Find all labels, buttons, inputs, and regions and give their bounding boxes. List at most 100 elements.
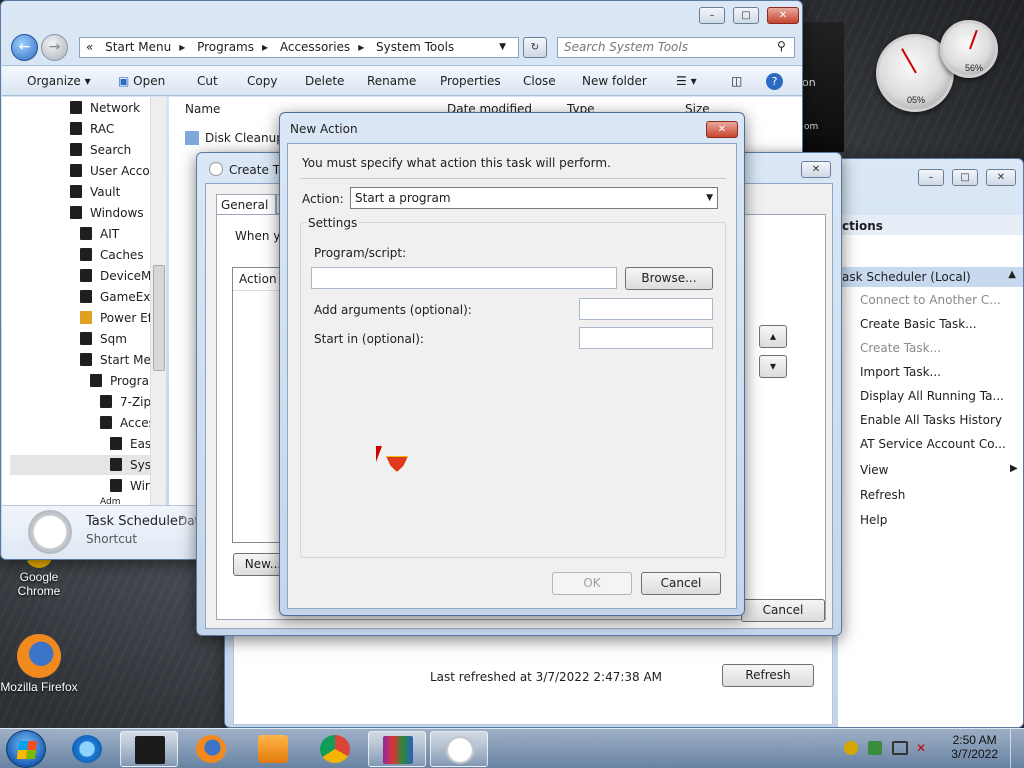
nav-item[interactable]: Start Mer: [80, 353, 156, 367]
action-item[interactable]: Enable All Tasks History: [860, 413, 1002, 427]
security-icon[interactable]: [868, 741, 882, 755]
submenu-arrow-icon: ▶: [1010, 463, 1018, 474]
nav-item[interactable]: RAC: [70, 122, 114, 136]
breadcrumb-item[interactable]: Programs: [197, 40, 254, 54]
refresh-button[interactable]: Refresh: [722, 664, 814, 687]
action-item[interactable]: AT Service Account Co...: [860, 437, 1006, 451]
close-button[interactable]: ✕: [767, 7, 799, 24]
action-item[interactable]: Import Task...: [860, 365, 941, 379]
breadcrumb-item[interactable]: Accessories: [280, 40, 350, 54]
copy-button[interactable]: Copy: [247, 74, 277, 88]
cut-button[interactable]: Cut: [197, 74, 218, 88]
navigation-pane[interactable]: Network RAC Search User Accou Vault Wind…: [2, 97, 166, 507]
help-icon[interactable]: ?: [766, 73, 783, 90]
action-item[interactable]: Help: [860, 513, 887, 527]
actions-section[interactable]: ask Scheduler (Local) ▲: [838, 267, 1023, 287]
action-item[interactable]: Display All Running Ta...: [860, 389, 1004, 403]
maximize-button[interactable]: □: [733, 7, 759, 24]
file-row[interactable]: Disk Cleanup: [185, 131, 284, 145]
minimize-button[interactable]: –: [699, 7, 725, 24]
actions-pane: ctions ask Scheduler (Local) ▲ Connect t…: [838, 215, 1023, 727]
action-item[interactable]: Refresh: [860, 488, 905, 502]
action-item[interactable]: View: [860, 463, 888, 477]
nav-item[interactable]: Caches: [80, 248, 144, 262]
taskbar-chrome[interactable]: [306, 731, 364, 767]
nav-item-selected[interactable]: Syst: [10, 455, 156, 475]
start-button[interactable]: [6, 730, 46, 768]
taskbar-winrar[interactable]: [368, 731, 426, 767]
properties-button[interactable]: Properties: [440, 74, 501, 88]
nav-item[interactable]: Power Eff: [80, 311, 156, 325]
close-button[interactable]: ✕: [986, 169, 1016, 186]
network-icon[interactable]: [892, 741, 908, 755]
taskbar-ie[interactable]: [58, 731, 116, 767]
arguments-field[interactable]: [579, 298, 713, 320]
organize-button[interactable]: Organize ▾: [27, 74, 91, 88]
rename-button[interactable]: Rename: [367, 74, 416, 88]
nav-scrollbar[interactable]: [150, 97, 166, 505]
desktop-icon-chrome[interactable]: Google Chrome: [0, 540, 78, 598]
nav-item[interactable]: Prograr: [90, 374, 154, 388]
action-select[interactable]: Start a program ▼: [350, 187, 718, 209]
nav-item[interactable]: Acces: [100, 416, 155, 430]
breadcrumb-item[interactable]: Start Menu: [105, 40, 171, 54]
column-header-name[interactable]: Name: [185, 102, 220, 116]
clock[interactable]: 2:50 AM 3/7/2022: [951, 733, 998, 761]
taskbar-media-player[interactable]: [244, 731, 302, 767]
breadcrumb-item[interactable]: System Tools: [376, 40, 454, 54]
nav-item[interactable]: User Accou: [70, 164, 157, 178]
desktop-icon-label: Mozilla Firefox: [0, 680, 78, 694]
action-label: Action:: [302, 192, 344, 206]
open-button[interactable]: ▣ Open: [118, 74, 165, 88]
back-button[interactable]: ←: [11, 34, 38, 61]
new-action-dialog[interactable]: New Action ✕ You must specify what actio…: [279, 112, 745, 616]
delete-button[interactable]: Delete: [305, 74, 344, 88]
nav-item[interactable]: 7-Zip: [100, 395, 151, 409]
preview-pane-icon[interactable]: ◫: [731, 74, 742, 88]
address-bar[interactable]: « Start Menu ▸ Programs ▸ Accessories ▸ Sys…: [79, 37, 519, 58]
tab-general[interactable]: General: [216, 194, 276, 214]
nav-item[interactable]: Eas: [110, 437, 151, 451]
scrollbar-thumb[interactable]: [153, 265, 165, 371]
views-icon[interactable]: ☰ ▾: [676, 74, 697, 88]
move-up-button[interactable]: ▴: [759, 325, 787, 348]
tray-icon[interactable]: [844, 741, 858, 755]
move-down-button[interactable]: ▾: [759, 355, 787, 378]
cancel-button[interactable]: Cancel: [641, 572, 721, 595]
program-script-field[interactable]: [311, 267, 617, 289]
start-in-field[interactable]: [579, 327, 713, 349]
cancel-button[interactable]: Cancel: [741, 599, 825, 622]
search-icon[interactable]: ⚲: [777, 39, 786, 53]
desktop-icon-firefox[interactable]: Mozilla Firefox: [0, 634, 78, 694]
show-desktop-button[interactable]: [1010, 729, 1024, 768]
refresh-icon[interactable]: ↻: [523, 37, 547, 58]
search-input[interactable]: Search System Tools: [557, 37, 795, 58]
action-item[interactable]: Create Task...: [860, 341, 941, 355]
maximize-button[interactable]: □: [952, 169, 978, 186]
minimize-button[interactable]: –: [918, 169, 944, 186]
taskbar-batman-app[interactable]: [120, 731, 178, 767]
action-item[interactable]: Create Basic Task...: [860, 317, 977, 331]
nav-item[interactable]: Sqm: [80, 332, 127, 346]
new-folder-button[interactable]: New folder: [582, 74, 647, 88]
forward-button[interactable]: →: [41, 34, 68, 61]
browse-button[interactable]: Browse...: [625, 267, 713, 290]
taskbar-firefox[interactable]: [182, 731, 240, 767]
nav-item[interactable]: Windows: [70, 206, 144, 220]
nav-item[interactable]: AIT: [80, 227, 119, 241]
close-button[interactable]: ✕: [706, 121, 738, 138]
ok-button[interactable]: OK: [552, 572, 632, 595]
volume-muted-icon[interactable]: ✕: [916, 741, 932, 755]
close-command-button[interactable]: Close: [523, 74, 556, 88]
nav-item[interactable]: GameExp: [80, 290, 158, 304]
close-button[interactable]: ✕: [801, 161, 831, 178]
memory-meter-gadget[interactable]: 56%: [940, 20, 998, 78]
taskbar-task-scheduler[interactable]: [430, 731, 488, 767]
chevron-down-icon[interactable]: ▼: [499, 38, 506, 57]
nav-item[interactable]: Search: [70, 143, 131, 157]
action-item[interactable]: Connect to Another C...: [860, 293, 1001, 307]
nav-item[interactable]: Network: [70, 101, 140, 115]
nav-item[interactable]: DeviceMe: [80, 269, 159, 283]
nav-item[interactable]: Vault: [70, 185, 120, 199]
nav-item[interactable]: Wir: [110, 479, 150, 493]
